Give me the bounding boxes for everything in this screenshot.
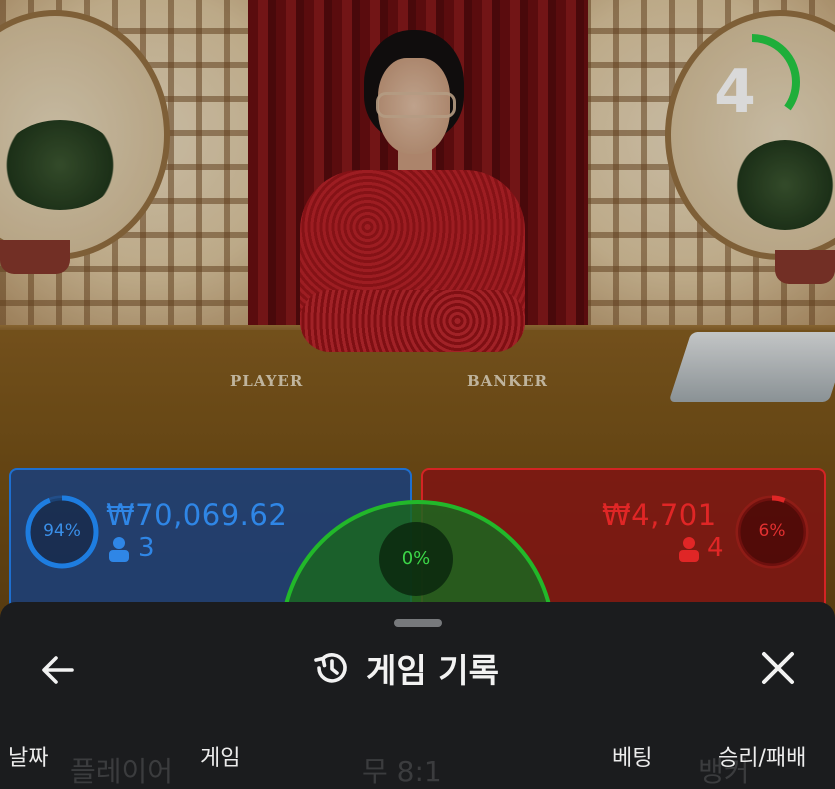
banker-percent: 6% [758, 521, 786, 541]
banker-user-count: 4 [707, 533, 724, 563]
arrow-left-icon[interactable] [36, 648, 80, 692]
countdown-seconds: 4 [714, 57, 756, 127]
player-user-icon [109, 537, 129, 562]
sheet-title: 게임 기록 [366, 651, 499, 690]
close-icon[interactable] [756, 646, 800, 690]
column-header-game[interactable]: 게임 [200, 740, 240, 772]
player-bet-amount: ₩70,069.62 [106, 498, 288, 532]
player-user-count: 3 [138, 533, 155, 563]
banker-user-icon [679, 537, 699, 562]
column-header-date[interactable]: 날짜 [8, 740, 48, 772]
history-row-preview-tie: 무 8:1 [362, 755, 442, 788]
banker-bet-amount: ₩4,701 [602, 498, 717, 532]
column-header-win-loss[interactable]: 승리/패배 [718, 740, 806, 772]
column-header-bet[interactable]: 베팅 [612, 740, 652, 772]
sheet-drag-handle[interactable] [394, 619, 442, 627]
tie-percent: 0% [401, 548, 431, 569]
history-row-preview-player: 플레이어 [70, 755, 174, 788]
player-percent: 94% [43, 521, 81, 541]
history-icon [314, 653, 347, 683]
sheet-header: 게임 기록 [310, 642, 499, 694]
